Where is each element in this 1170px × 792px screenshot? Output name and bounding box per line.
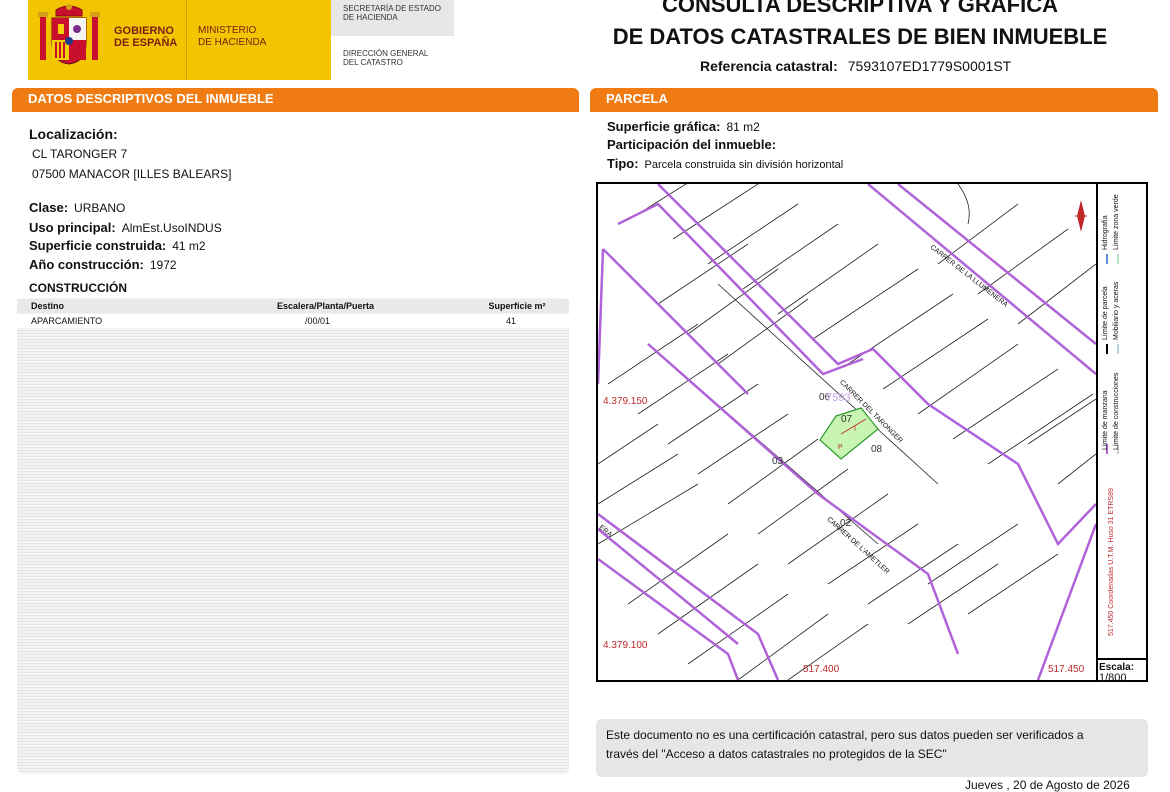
north-arrow-icon: [1075, 200, 1087, 232]
parcel-letter-p: P: [838, 444, 843, 451]
section-underline-right: [590, 110, 1158, 112]
localizacion-line2: 07500 MANACOR [ILLES BALEARS]: [32, 167, 232, 181]
referencia-label: Referencia catastral:: [700, 58, 838, 74]
parcel-number-label: 07: [841, 414, 853, 425]
secretaria-line2: DE HACIENDA: [343, 13, 398, 22]
parcel-letter-i: I: [854, 426, 856, 433]
note-line1: Este documento no es una certificación c…: [606, 728, 1084, 742]
coord-label: 517.450: [1048, 664, 1085, 675]
page-title-line1: CONSULTA DESCRIPTIVA Y GRÁFICA: [661, 0, 1059, 17]
table-row: APARCAMIENTO /00/01 41: [17, 314, 569, 328]
anio-label: Año construcción:: [29, 257, 144, 272]
referencia-catastral: Referencia catastral: 7593107ED1779S0001S…: [700, 58, 1011, 74]
logo-divider: [186, 0, 187, 80]
gobierno-line1: GOBIERNO: [114, 25, 174, 37]
direccion-line1: DIRECCIÓN GENERAL: [343, 49, 429, 58]
header-escalera: Escalera/Planta/Puerta: [277, 301, 375, 311]
superficie-grafica-field: Superficie gráfica: 81 m2: [607, 118, 760, 136]
construccion-table: [17, 298, 569, 774]
scale-box: Escala: 1/800: [1096, 658, 1148, 684]
sup-grafica-value: 81 m2: [726, 120, 760, 134]
participacion-label: Participación del inmueble:: [607, 137, 777, 152]
section-bar-datos-descriptivos: DATOS DESCRIPTIVOS DEL INMUEBLE: [12, 88, 579, 110]
gobierno-text: GOBIERNO DE ESPAÑA: [114, 25, 177, 49]
uso-field: Uso principal: AlmEst.UsoINDUS: [29, 219, 222, 237]
scale-value: 1/800: [1099, 672, 1127, 684]
coord-label: 4.379.100: [603, 640, 648, 651]
header-destino: Destino: [31, 301, 65, 311]
secretaria-line1: SECRETARÍA DE ESTADO: [343, 4, 441, 13]
referencia-value: 7593107ED1779S0001ST: [847, 58, 1012, 74]
uso-value: AlmEst.UsoINDUS: [121, 221, 222, 235]
direccion-line2: DEL CATASTRO: [343, 58, 403, 67]
table-header: Destino Escalera/Planta/Puerta Superfici…: [17, 299, 569, 313]
legend-item: Límite zona verde: [1113, 194, 1120, 250]
ministerio-text: MINISTERIO DE HACIENDA: [198, 25, 266, 49]
tipo-field: Tipo: Parcela construida sin división hor…: [607, 155, 843, 173]
note-line2: través del "Acceso a datos catastrales n…: [606, 747, 947, 761]
tipo-label: Tipo:: [607, 156, 639, 171]
section-underline-left: [12, 110, 579, 112]
coord-label: 4.379.150: [603, 396, 648, 407]
localizacion-label: Localización:: [29, 126, 118, 142]
legend-divider: [1096, 182, 1098, 682]
cadastral-map[interactable]: P I 4.379.150 4.379.100 517.400 517.450 …: [596, 182, 1148, 682]
cell-destino: APARCAMIENTO: [31, 316, 103, 326]
legend-item: Hidrografía: [1102, 215, 1109, 250]
clase-value: URBANO: [74, 201, 126, 215]
superficie-label: Superficie construida:: [29, 238, 167, 253]
parcel-number-label: 03: [772, 456, 784, 467]
tipo-value: Parcela construida sin división horizont…: [644, 159, 844, 171]
uso-label: Uso principal:: [29, 220, 116, 235]
gobierno-line2: DE ESPAÑA: [114, 37, 178, 49]
legend-item: Mobiliario y aceras: [1113, 281, 1120, 340]
legend-item: Límite de manzana: [1102, 390, 1109, 450]
anio-value: 1972: [149, 258, 177, 272]
legend-coords-text: 517.450 Coordenadas U.T.M. Huso 31 ETRS8…: [1108, 488, 1115, 636]
cell-superficie: 41: [505, 316, 516, 326]
construccion-title: CONSTRUCCIÓN: [29, 281, 127, 295]
ministerio-line2: DE HACIENDA: [198, 37, 267, 48]
legend-item: Límite de parcela: [1102, 286, 1109, 340]
spain-coat-of-arms-icon: [36, 2, 102, 68]
direccion-general-text: DIRECCIÓN GENERAL DEL CATASTRO: [343, 49, 428, 67]
sup-grafica-label: Superficie gráfica:: [607, 119, 721, 134]
superficie-value: 41 m2: [172, 239, 206, 253]
page-title-line2: DE DATOS CATASTRALES DE BIEN INMUEBLE: [612, 24, 1108, 49]
localizacion-line1: CL TARONGER 7: [32, 147, 128, 161]
header-superficie: Superficie m²: [488, 301, 546, 311]
participacion-field: Participación del inmueble:: [607, 136, 782, 154]
legend-item: Límite de construcciones: [1113, 372, 1120, 450]
superficie-construida-field: Superficie construida: 41 m2: [29, 237, 206, 255]
clase-field: Clase: URBANO: [29, 199, 125, 217]
cell-escalera: /00/01: [305, 316, 331, 326]
coord-label: 517.400: [803, 664, 840, 675]
parcel-number-label: 08: [871, 444, 883, 455]
anio-field: Año construcción: 1972: [29, 256, 177, 274]
ministerio-line1: MINISTERIO: [198, 25, 257, 36]
section-bar-parcela: PARCELA: [590, 88, 1158, 110]
secretaria-text: SECRETARÍA DE ESTADO DE HACIENDA: [343, 4, 441, 22]
parcel-number-label: 02: [840, 518, 852, 529]
clase-label: Clase:: [29, 200, 69, 215]
disclaimer-note: Este documento no es una certificación c…: [596, 719, 1148, 777]
document-date: Jueves , 20 de Agosto de 2026: [965, 778, 1130, 792]
manzana-number-label: 7593: [826, 392, 851, 404]
